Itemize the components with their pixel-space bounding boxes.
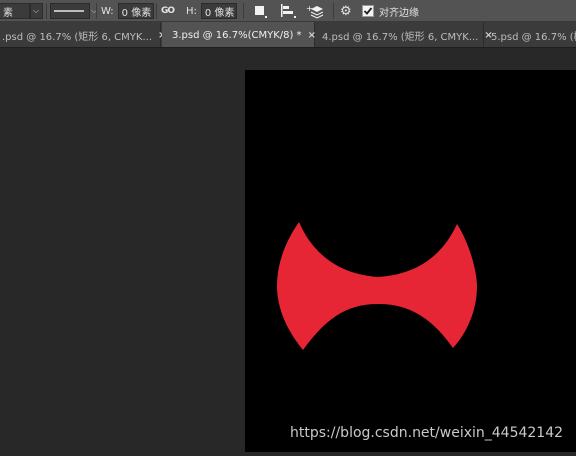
- tab-label: 3.psd @ 16.7%(CMYK/8) *: [172, 29, 302, 41]
- options-bar: 素 ⌵ ⌵ W: 0 像素 GO H: 0 像素 + ⚙ 对齐边缘: [0, 0, 576, 22]
- height-label: H:: [186, 5, 197, 17]
- watermark-url: https://blog.csdn.net/weixin_44542142: [290, 425, 564, 441]
- gear-icon: ⚙: [340, 3, 352, 19]
- height-control: H: 0 像素: [186, 3, 237, 19]
- path-operations-icon: [255, 6, 267, 18]
- height-input[interactable]: 0 像素: [200, 3, 237, 19]
- svg-text:+: +: [306, 4, 313, 13]
- path-arrangement-icon: +: [306, 4, 324, 19]
- height-value: 0 像素: [204, 7, 235, 19]
- link-icon: GO: [161, 6, 175, 16]
- unit-dropdown[interactable]: 素 ⌵: [0, 3, 43, 19]
- canvas-artwork: [277, 222, 477, 350]
- tab-label: 4.psd @ 16.7% (矩形 6, CMYK...: [322, 31, 479, 43]
- width-label: W:: [101, 5, 114, 17]
- document-tab-bar: .psd @ 16.7% (矩形 6, CMYK... × 3.psd @ 16…: [0, 22, 576, 48]
- divider: [156, 3, 157, 19]
- path-alignment-button[interactable]: [279, 3, 297, 19]
- path-alignment-icon: [281, 4, 296, 18]
- tab-label: 5.psd @ 16.7% (椭: [491, 31, 576, 43]
- settings-button[interactable]: ⚙: [340, 3, 352, 19]
- close-icon[interactable]: ×: [308, 30, 316, 41]
- link-dimensions-button[interactable]: GO: [161, 3, 175, 19]
- divider: [333, 3, 334, 19]
- tab-document-5[interactable]: 5.psd @ 16.7% (椭: [485, 22, 576, 47]
- path-arrangement-button[interactable]: +: [306, 3, 324, 19]
- document-canvas[interactable]: [245, 70, 576, 452]
- divider: [46, 3, 47, 19]
- chevron-down-icon: ⌵: [33, 6, 40, 15]
- red-shape: [277, 222, 477, 350]
- divider: [243, 3, 244, 19]
- unit-dropdown-value: 素: [3, 7, 13, 19]
- stroke-line-icon: [54, 10, 84, 12]
- tab-label: .psd @ 16.7% (矩形 6, CMYK...: [2, 31, 152, 43]
- tab-document-3[interactable]: 3.psd @ 16.7%(CMYK/8) * ×: [162, 22, 316, 47]
- align-edges-checkbox[interactable]: 对齐边缘: [362, 3, 419, 19]
- checkbox-checked-icon: [362, 5, 374, 17]
- workspace[interactable]: [0, 49, 576, 452]
- align-edges-label: 对齐边缘: [379, 7, 419, 19]
- width-control: W: 0 像素: [101, 3, 154, 19]
- width-input[interactable]: 0 像素: [117, 3, 154, 19]
- width-value: 0 像素: [121, 7, 152, 19]
- path-operations-button[interactable]: [252, 3, 268, 19]
- divider: [96, 3, 97, 19]
- stroke-type-dropdown[interactable]: ⌵: [50, 3, 97, 19]
- tab-document-4[interactable]: 4.psd @ 16.7% (矩形 6, CMYK... ×: [316, 22, 493, 47]
- tab-document-2[interactable]: .psd @ 16.7% (矩形 6, CMYK... ×: [0, 22, 166, 47]
